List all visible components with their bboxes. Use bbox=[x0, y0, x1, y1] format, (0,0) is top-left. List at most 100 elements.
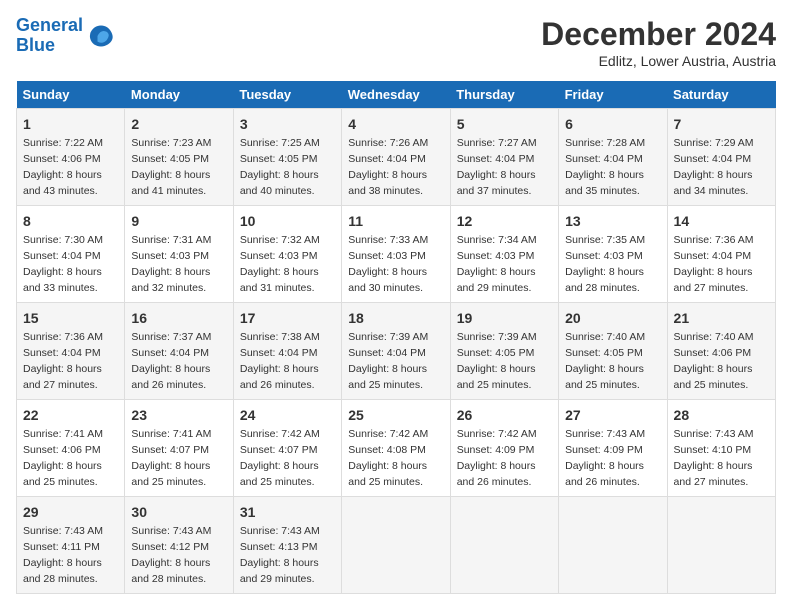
day-number: 18 bbox=[348, 308, 443, 328]
calendar-cell: 7 Sunrise: 7:29 AMSunset: 4:04 PMDayligh… bbox=[667, 109, 775, 206]
calendar-cell: 14 Sunrise: 7:36 AMSunset: 4:04 PMDaylig… bbox=[667, 206, 775, 303]
page-header: GeneralBlue December 2024 Edlitz, Lower … bbox=[16, 16, 776, 69]
day-info: Sunrise: 7:29 AMSunset: 4:04 PMDaylight:… bbox=[674, 137, 754, 197]
day-info: Sunrise: 7:40 AMSunset: 4:06 PMDaylight:… bbox=[674, 331, 754, 391]
calendar-cell: 31 Sunrise: 7:43 AMSunset: 4:13 PMDaylig… bbox=[233, 497, 341, 594]
day-info: Sunrise: 7:43 AMSunset: 4:13 PMDaylight:… bbox=[240, 525, 320, 585]
day-info: Sunrise: 7:43 AMSunset: 4:11 PMDaylight:… bbox=[23, 525, 103, 585]
day-number: 29 bbox=[23, 502, 118, 522]
day-info: Sunrise: 7:30 AMSunset: 4:04 PMDaylight:… bbox=[23, 234, 103, 294]
day-info: Sunrise: 7:26 AMSunset: 4:04 PMDaylight:… bbox=[348, 137, 428, 197]
weekday-header-row: SundayMondayTuesdayWednesdayThursdayFrid… bbox=[17, 81, 776, 109]
day-number: 30 bbox=[131, 502, 226, 522]
calendar-cell: 3 Sunrise: 7:25 AMSunset: 4:05 PMDayligh… bbox=[233, 109, 341, 206]
day-info: Sunrise: 7:32 AMSunset: 4:03 PMDaylight:… bbox=[240, 234, 320, 294]
calendar-week-row: 22 Sunrise: 7:41 AMSunset: 4:06 PMDaylig… bbox=[17, 400, 776, 497]
calendar-week-row: 15 Sunrise: 7:36 AMSunset: 4:04 PMDaylig… bbox=[17, 303, 776, 400]
calendar-cell: 28 Sunrise: 7:43 AMSunset: 4:10 PMDaylig… bbox=[667, 400, 775, 497]
day-number: 16 bbox=[131, 308, 226, 328]
day-number: 27 bbox=[565, 405, 660, 425]
day-number: 10 bbox=[240, 211, 335, 231]
day-info: Sunrise: 7:42 AMSunset: 4:08 PMDaylight:… bbox=[348, 428, 428, 488]
calendar-cell: 23 Sunrise: 7:41 AMSunset: 4:07 PMDaylig… bbox=[125, 400, 233, 497]
title-block: December 2024 Edlitz, Lower Austria, Aus… bbox=[541, 16, 776, 69]
logo-text: GeneralBlue bbox=[16, 16, 83, 56]
calendar-cell: 16 Sunrise: 7:37 AMSunset: 4:04 PMDaylig… bbox=[125, 303, 233, 400]
day-number: 20 bbox=[565, 308, 660, 328]
calendar-cell: 22 Sunrise: 7:41 AMSunset: 4:06 PMDaylig… bbox=[17, 400, 125, 497]
day-number: 25 bbox=[348, 405, 443, 425]
day-number: 12 bbox=[457, 211, 552, 231]
day-info: Sunrise: 7:34 AMSunset: 4:03 PMDaylight:… bbox=[457, 234, 537, 294]
location: Edlitz, Lower Austria, Austria bbox=[541, 53, 776, 69]
day-number: 26 bbox=[457, 405, 552, 425]
day-info: Sunrise: 7:37 AMSunset: 4:04 PMDaylight:… bbox=[131, 331, 211, 391]
calendar-table: SundayMondayTuesdayWednesdayThursdayFrid… bbox=[16, 81, 776, 594]
calendar-week-row: 1 Sunrise: 7:22 AMSunset: 4:06 PMDayligh… bbox=[17, 109, 776, 206]
calendar-cell: 11 Sunrise: 7:33 AMSunset: 4:03 PMDaylig… bbox=[342, 206, 450, 303]
weekday-header: Tuesday bbox=[233, 81, 341, 109]
weekday-header: Friday bbox=[559, 81, 667, 109]
weekday-header: Monday bbox=[125, 81, 233, 109]
calendar-cell bbox=[450, 497, 558, 594]
calendar-week-row: 29 Sunrise: 7:43 AMSunset: 4:11 PMDaylig… bbox=[17, 497, 776, 594]
calendar-cell: 29 Sunrise: 7:43 AMSunset: 4:11 PMDaylig… bbox=[17, 497, 125, 594]
day-number: 22 bbox=[23, 405, 118, 425]
calendar-cell: 6 Sunrise: 7:28 AMSunset: 4:04 PMDayligh… bbox=[559, 109, 667, 206]
calendar-cell: 24 Sunrise: 7:42 AMSunset: 4:07 PMDaylig… bbox=[233, 400, 341, 497]
day-number: 31 bbox=[240, 502, 335, 522]
weekday-header: Sunday bbox=[17, 81, 125, 109]
day-number: 11 bbox=[348, 211, 443, 231]
day-number: 7 bbox=[674, 114, 769, 134]
day-number: 28 bbox=[674, 405, 769, 425]
day-number: 6 bbox=[565, 114, 660, 134]
calendar-cell: 27 Sunrise: 7:43 AMSunset: 4:09 PMDaylig… bbox=[559, 400, 667, 497]
day-number: 14 bbox=[674, 211, 769, 231]
weekday-header: Saturday bbox=[667, 81, 775, 109]
day-number: 3 bbox=[240, 114, 335, 134]
calendar-cell: 2 Sunrise: 7:23 AMSunset: 4:05 PMDayligh… bbox=[125, 109, 233, 206]
day-number: 4 bbox=[348, 114, 443, 134]
calendar-cell: 19 Sunrise: 7:39 AMSunset: 4:05 PMDaylig… bbox=[450, 303, 558, 400]
day-info: Sunrise: 7:28 AMSunset: 4:04 PMDaylight:… bbox=[565, 137, 645, 197]
calendar-cell bbox=[667, 497, 775, 594]
calendar-cell bbox=[342, 497, 450, 594]
month-title: December 2024 bbox=[541, 16, 776, 53]
calendar-cell: 9 Sunrise: 7:31 AMSunset: 4:03 PMDayligh… bbox=[125, 206, 233, 303]
day-info: Sunrise: 7:22 AMSunset: 4:06 PMDaylight:… bbox=[23, 137, 103, 197]
day-info: Sunrise: 7:31 AMSunset: 4:03 PMDaylight:… bbox=[131, 234, 211, 294]
day-info: Sunrise: 7:43 AMSunset: 4:09 PMDaylight:… bbox=[565, 428, 645, 488]
weekday-header: Thursday bbox=[450, 81, 558, 109]
day-number: 9 bbox=[131, 211, 226, 231]
calendar-cell: 18 Sunrise: 7:39 AMSunset: 4:04 PMDaylig… bbox=[342, 303, 450, 400]
day-info: Sunrise: 7:41 AMSunset: 4:06 PMDaylight:… bbox=[23, 428, 103, 488]
day-number: 23 bbox=[131, 405, 226, 425]
day-number: 1 bbox=[23, 114, 118, 134]
day-number: 19 bbox=[457, 308, 552, 328]
calendar-cell: 8 Sunrise: 7:30 AMSunset: 4:04 PMDayligh… bbox=[17, 206, 125, 303]
calendar-week-row: 8 Sunrise: 7:30 AMSunset: 4:04 PMDayligh… bbox=[17, 206, 776, 303]
calendar-cell: 25 Sunrise: 7:42 AMSunset: 4:08 PMDaylig… bbox=[342, 400, 450, 497]
day-info: Sunrise: 7:41 AMSunset: 4:07 PMDaylight:… bbox=[131, 428, 211, 488]
calendar-cell: 4 Sunrise: 7:26 AMSunset: 4:04 PMDayligh… bbox=[342, 109, 450, 206]
calendar-cell: 21 Sunrise: 7:40 AMSunset: 4:06 PMDaylig… bbox=[667, 303, 775, 400]
calendar-cell: 30 Sunrise: 7:43 AMSunset: 4:12 PMDaylig… bbox=[125, 497, 233, 594]
day-number: 24 bbox=[240, 405, 335, 425]
day-info: Sunrise: 7:27 AMSunset: 4:04 PMDaylight:… bbox=[457, 137, 537, 197]
calendar-cell: 26 Sunrise: 7:42 AMSunset: 4:09 PMDaylig… bbox=[450, 400, 558, 497]
day-info: Sunrise: 7:25 AMSunset: 4:05 PMDaylight:… bbox=[240, 137, 320, 197]
calendar-cell: 15 Sunrise: 7:36 AMSunset: 4:04 PMDaylig… bbox=[17, 303, 125, 400]
day-info: Sunrise: 7:39 AMSunset: 4:05 PMDaylight:… bbox=[457, 331, 537, 391]
day-number: 2 bbox=[131, 114, 226, 134]
day-number: 15 bbox=[23, 308, 118, 328]
day-number: 13 bbox=[565, 211, 660, 231]
day-info: Sunrise: 7:38 AMSunset: 4:04 PMDaylight:… bbox=[240, 331, 320, 391]
day-info: Sunrise: 7:42 AMSunset: 4:09 PMDaylight:… bbox=[457, 428, 537, 488]
day-number: 17 bbox=[240, 308, 335, 328]
calendar-cell: 10 Sunrise: 7:32 AMSunset: 4:03 PMDaylig… bbox=[233, 206, 341, 303]
logo-icon bbox=[87, 22, 115, 50]
day-info: Sunrise: 7:35 AMSunset: 4:03 PMDaylight:… bbox=[565, 234, 645, 294]
day-info: Sunrise: 7:43 AMSunset: 4:10 PMDaylight:… bbox=[674, 428, 754, 488]
day-info: Sunrise: 7:23 AMSunset: 4:05 PMDaylight:… bbox=[131, 137, 211, 197]
weekday-header: Wednesday bbox=[342, 81, 450, 109]
